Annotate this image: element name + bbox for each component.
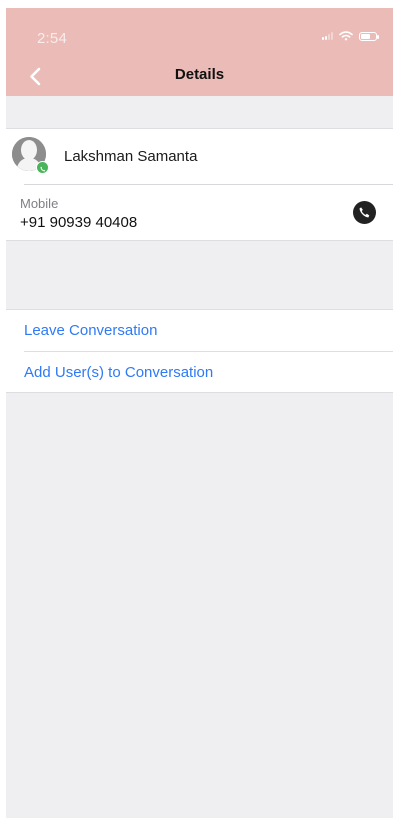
add-users-label: Add User(s) to Conversation — [24, 364, 214, 381]
contact-name: Lakshman Samanta — [64, 148, 198, 165]
signal-icon — [322, 32, 333, 40]
leave-conversation-row[interactable]: Leave Conversation — [6, 310, 393, 351]
mobile-row: Mobile +91 90939 40408 — [6, 185, 393, 241]
status-time: 2:54 — [37, 30, 67, 47]
section-spacer — [6, 96, 393, 129]
page-title: Details — [174, 66, 225, 83]
empty-background — [6, 393, 393, 818]
whatsapp-icon — [36, 161, 49, 174]
navigation-header: 2:54 Details — [6, 8, 393, 96]
status-icons — [322, 31, 379, 41]
mobile-label: Mobile — [20, 196, 59, 211]
call-button[interactable] — [353, 201, 376, 224]
wifi-icon — [339, 31, 353, 41]
contact-row[interactable]: Lakshman Samanta — [6, 129, 393, 185]
section-spacer-large — [6, 241, 393, 310]
leave-conversation-label: Leave Conversation — [24, 322, 158, 339]
details-screen: 2:54 Details Lakshman Samanta Mobile +91… — [0, 0, 393, 818]
add-users-row[interactable]: Add User(s) to Conversation — [6, 352, 393, 393]
phone-icon — [359, 207, 370, 218]
battery-icon — [359, 31, 379, 41]
mobile-number: +91 90939 40408 — [20, 214, 138, 231]
